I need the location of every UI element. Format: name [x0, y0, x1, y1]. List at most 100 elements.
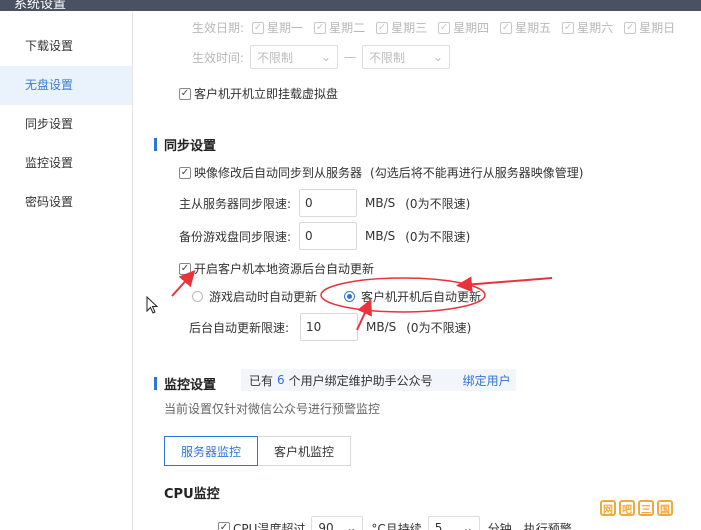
- bind-user-link[interactable]: 绑定用户: [463, 372, 511, 389]
- bg-update-hint: (0为不限速): [406, 320, 472, 335]
- day-label: 星期四: [453, 21, 490, 35]
- sync-title-text: 同步设置: [164, 139, 217, 154]
- checkbox-icon: ✓: [314, 21, 327, 34]
- backup-disk-speed-input[interactable]: 0: [299, 222, 357, 250]
- checkbox-icon: ✓: [252, 21, 265, 34]
- chevron-down-icon: ⌄: [320, 50, 332, 64]
- chevron-down-icon: ⌄: [346, 521, 357, 530]
- master-slave-label: 主从服务器同步限速:: [179, 196, 292, 211]
- section-accent-bar: [154, 377, 157, 390]
- backup-disk-unit: MB/S: [365, 229, 396, 243]
- day-mon[interactable]: ✓ 星期一: [252, 19, 303, 36]
- effective-time-row: 生效时间: 不限制 ⌄ — 不限制 ⌄: [192, 45, 451, 69]
- radio-client-boot[interactable]: 客户机开机后自动更新: [344, 288, 481, 305]
- radio-game-start-label: 游戏启动时自动更新: [209, 290, 318, 304]
- mouse-cursor-icon: [146, 296, 159, 314]
- mount-on-boot-checkbox[interactable]: ✓ 客户机开机立即挂载虚拟盘: [179, 85, 338, 102]
- watermark-char: 网: [600, 500, 616, 516]
- sidebar: 下载设置 无盘设置 同步设置 监控设置 密码设置: [0, 11, 133, 530]
- watermark-char: 三: [638, 500, 654, 516]
- day-label: 星期日: [639, 21, 676, 35]
- sidebar-item-sync[interactable]: 同步设置: [0, 105, 132, 144]
- cpu-temp-select[interactable]: 90 ⌄: [311, 516, 364, 530]
- bg-update-unit: MB/S: [366, 320, 397, 334]
- day-tue[interactable]: ✓ 星期二: [314, 19, 365, 36]
- day-wed[interactable]: ✓ 星期三: [376, 19, 427, 36]
- info-prefix: 已有: [249, 373, 274, 388]
- sidebar-item-diskless[interactable]: 无盘设置: [0, 66, 132, 105]
- radio-selected-icon: [344, 291, 355, 302]
- checkbox-icon: ✓: [624, 21, 637, 34]
- main-content: 生效日期: ✓ 星期一 ✓ 星期二 ✓ 星期三 ✓ 星期四 ✓ 星期五 ✓ 星期六 ✓ 星期日…: [134, 11, 701, 530]
- day-label: 星期五: [515, 21, 552, 35]
- sidebar-item-monitor[interactable]: 监控设置: [0, 144, 132, 183]
- sidebar-item-password[interactable]: 密码设置: [0, 183, 132, 222]
- day-thu[interactable]: ✓ 星期四: [438, 19, 489, 36]
- window-title: 系统设置: [14, 0, 67, 11]
- cpu-duration-suffix: 分钟，执行预警: [487, 521, 572, 530]
- time-start-value: 不限制: [257, 50, 294, 65]
- day-label: 星期六: [577, 21, 614, 35]
- image-sync-label: 映像修改后自动同步到从服务器: [194, 166, 363, 180]
- bg-update-label: 后台自动更新限速:: [189, 320, 290, 335]
- checkbox-icon: ✓: [376, 21, 389, 34]
- bg-update-speed-input[interactable]: 10: [300, 313, 358, 341]
- time-end-select[interactable]: 不限制 ⌄: [362, 45, 451, 69]
- checkbox-icon: ✓: [562, 21, 575, 34]
- time-start-select[interactable]: 不限制 ⌄: [250, 45, 339, 69]
- section-accent-bar: [154, 138, 157, 151]
- day-fri[interactable]: ✓ 星期五: [500, 19, 551, 36]
- chevron-down-icon: ⌄: [432, 50, 444, 64]
- effective-date-row: 生效日期: ✓ 星期一 ✓ 星期二 ✓ 星期三 ✓ 星期四 ✓ 星期五 ✓ 星期六 ✓ 星期日: [192, 19, 675, 36]
- chevron-down-icon: ⌄: [462, 521, 473, 530]
- backup-disk-speed-row: 备份游戏盘同步限速: 0 MB/S (0为不限速): [179, 222, 470, 250]
- day-sat[interactable]: ✓ 星期六: [562, 19, 613, 36]
- image-sync-checkbox[interactable]: ✓ 映像修改后自动同步到从服务器 (勾选后将不能再进行从服务器映像管理): [179, 164, 583, 181]
- sidebar-item-download[interactable]: 下载设置: [0, 27, 132, 66]
- effective-date-label: 生效日期:: [192, 21, 245, 35]
- checkbox-checked-icon: ✓: [179, 166, 191, 179]
- info-suffix: 个用户绑定维护助手公众号: [288, 373, 433, 388]
- monitor-tabs: 服务器监控 客户机监控: [164, 436, 352, 466]
- radio-icon: [192, 291, 203, 302]
- cpu-temp-value: 90: [318, 521, 334, 530]
- day-label: 星期一: [267, 21, 304, 35]
- cpu-temp-unit: °C且持续: [371, 521, 422, 530]
- bg-update-speed-row: 后台自动更新限速: 10 MB/S (0为不限速): [189, 313, 471, 341]
- watermark-logo: 网 吧 三 国: [600, 500, 673, 516]
- local-update-checkbox[interactable]: ✓ 开启客户机本地资源后台自动更新: [179, 260, 374, 277]
- tab-server-monitor[interactable]: 服务器监控: [164, 436, 259, 466]
- tab-client-monitor[interactable]: 客户机监控: [258, 436, 352, 466]
- time-end-value: 不限制: [369, 50, 406, 65]
- monitor-title-text: 监控设置: [164, 378, 217, 393]
- cpu-duration-value: 5: [434, 521, 443, 530]
- backup-disk-hint: (0为不限速): [405, 229, 471, 244]
- mount-on-boot-label: 客户机开机立即挂载虚拟盘: [194, 87, 339, 101]
- image-sync-hint: (勾选后将不能再进行从服务器映像管理): [370, 166, 584, 180]
- day-sun[interactable]: ✓ 星期日: [624, 19, 675, 36]
- master-slave-speed-row: 主从服务器同步限速: 0 MB/S (0为不限速): [179, 189, 470, 217]
- bound-user-count: 6: [277, 373, 285, 387]
- checkbox-checked-icon: ✓: [179, 87, 191, 100]
- monitor-note: 当前设置仅针对微信公众号进行预警监控: [164, 402, 381, 416]
- cpu-monitor-title: CPU监控: [164, 487, 220, 502]
- sync-section-title: 同步设置: [154, 135, 216, 154]
- checkbox-checked-icon[interactable]: ✓: [218, 522, 230, 530]
- checkbox-icon: ✓: [438, 21, 451, 34]
- day-label: 星期三: [391, 21, 428, 35]
- watermark-char: 吧: [619, 500, 635, 516]
- checkbox-icon: ✓: [500, 21, 513, 34]
- watermark-char: 国: [657, 500, 673, 516]
- backup-disk-label: 备份游戏盘同步限速:: [179, 229, 292, 244]
- master-slave-speed-input[interactable]: 0: [299, 189, 357, 217]
- radio-game-start[interactable]: 游戏启动时自动更新: [192, 288, 317, 305]
- local-update-label: 开启客户机本地资源后台自动更新: [194, 262, 375, 276]
- time-separator: —: [344, 50, 357, 64]
- cpu-duration-select[interactable]: 5 ⌄: [427, 516, 480, 530]
- radio-client-boot-label: 客户机开机后自动更新: [361, 290, 482, 304]
- cpu-temp-label: CPU温度超过: [233, 521, 306, 530]
- effective-time-label: 生效时间:: [192, 50, 245, 65]
- monitor-section-title: 监控设置: [154, 374, 216, 393]
- master-slave-hint: (0为不限速): [405, 196, 471, 211]
